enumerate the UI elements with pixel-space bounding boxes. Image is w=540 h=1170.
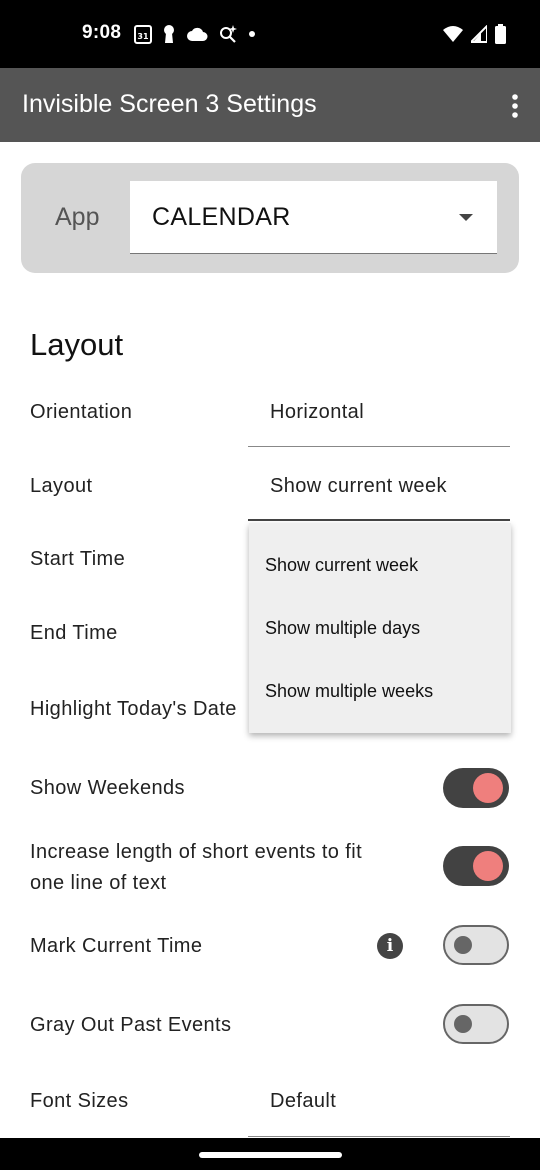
switch-knob: [473, 773, 503, 803]
wifi-icon: [443, 26, 463, 42]
dot-icon: [249, 31, 255, 37]
orientation-select[interactable]: Horizontal: [248, 386, 510, 447]
orientation-value: Horizontal: [270, 401, 365, 423]
app-select[interactable]: CALENDAR: [130, 181, 497, 254]
end-time-label: End Time: [30, 622, 118, 644]
start-time-label: Start Time: [30, 548, 126, 570]
increase-short-events-label-line1: Increase length of short events to fit: [30, 841, 363, 863]
gray-out-past-label: Gray Out Past Events: [30, 1014, 232, 1036]
info-icon[interactable]: i: [377, 933, 403, 959]
search-sparkle-icon: [220, 25, 237, 43]
page-title: Invisible Screen 3 Settings: [22, 90, 317, 118]
switch-knob: [473, 851, 503, 881]
app-selector-card: App CALENDAR: [21, 163, 519, 273]
gray-out-past-switch[interactable]: [443, 1004, 509, 1044]
cloud-icon: [187, 27, 208, 41]
layout-value: Show current week: [270, 475, 447, 497]
home-gesture-handle[interactable]: [199, 1152, 342, 1158]
status-time: 9:08: [82, 22, 122, 43]
switch-knob: [454, 1015, 472, 1033]
dropdown-arrow-icon: [459, 214, 473, 221]
system-icons: [443, 24, 506, 44]
navigation-bar: [0, 1138, 540, 1170]
app-select-value: CALENDAR: [152, 203, 291, 231]
increase-short-events-label-line2: one line of text: [30, 872, 167, 894]
dropdown-option[interactable]: Show multiple days: [265, 618, 420, 639]
layout-dropdown-menu: Show current week Show multiple days Sho…: [249, 523, 511, 733]
font-sizes-value: Default: [270, 1090, 337, 1112]
highlight-today-label: Highlight Today's Date: [30, 698, 237, 720]
orientation-label: Orientation: [30, 401, 133, 423]
dropdown-option[interactable]: Show current week: [265, 555, 418, 576]
font-sizes-select[interactable]: Default: [248, 1076, 510, 1137]
section-title-layout: Layout: [30, 327, 124, 362]
keyhole-icon: [164, 25, 174, 43]
show-weekends-switch[interactable]: [443, 768, 509, 808]
status-bar: 9:08 31: [0, 0, 540, 68]
font-sizes-label: Font Sizes: [30, 1090, 129, 1112]
svg-text:31: 31: [137, 32, 149, 41]
signal-icon: [471, 25, 487, 43]
battery-icon: [495, 24, 506, 44]
notification-icons: 31: [134, 24, 256, 44]
layout-select[interactable]: Show current week: [248, 459, 510, 521]
app-label: App: [55, 203, 100, 231]
increase-short-events-switch[interactable]: [443, 846, 509, 886]
dropdown-option[interactable]: Show multiple weeks: [265, 681, 433, 702]
app-bar: Invisible Screen 3 Settings: [0, 68, 540, 142]
mark-current-time-label: Mark Current Time: [30, 935, 203, 957]
switch-knob: [454, 936, 472, 954]
calendar-icon: 31: [134, 25, 152, 44]
more-options-icon[interactable]: [508, 94, 522, 118]
show-weekends-label: Show Weekends: [30, 777, 185, 799]
mark-current-time-switch[interactable]: [443, 925, 509, 965]
layout-label: Layout: [30, 475, 93, 497]
